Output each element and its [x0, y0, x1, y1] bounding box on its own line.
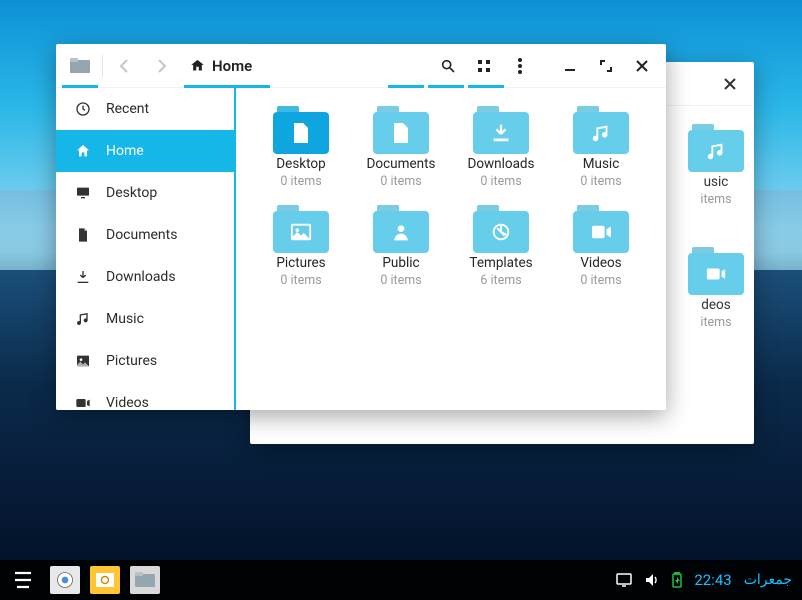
folder-count: 0 items [280, 174, 321, 189]
public-icon [373, 211, 429, 253]
sidebar-item-label: Desktop [106, 185, 157, 201]
sidebar-item-label: Pictures [106, 353, 157, 369]
folder-count: 0 items [380, 273, 421, 288]
music-icon [573, 112, 629, 154]
clock[interactable]: 22:43 [694, 571, 731, 589]
sidebar-item-label: Recent [106, 101, 149, 117]
folder-count: 6 items [480, 273, 521, 288]
home-icon [74, 142, 92, 160]
folder-item[interactable]: Music 0 items [556, 106, 646, 189]
system-tray: 22:43 جمعرات [616, 571, 792, 589]
folder-item[interactable]: Templates 6 items [456, 205, 546, 288]
view-toggle-button[interactable] [466, 44, 502, 88]
folder-name: Music [583, 156, 620, 172]
doc-icon [373, 112, 429, 154]
download-icon [74, 268, 92, 286]
folder-name: Templates [469, 255, 532, 271]
folder-name: Pictures [276, 255, 325, 271]
folder-name: deos [701, 297, 730, 313]
close-button[interactable] [624, 44, 660, 88]
desktop-icon [74, 184, 92, 202]
display-icon[interactable] [616, 573, 632, 587]
folder-item[interactable]: Downloads 0 items [456, 106, 546, 189]
battery-icon[interactable] [672, 572, 682, 588]
folder-count: items [700, 315, 731, 330]
search-button[interactable] [430, 44, 466, 88]
sidebar-item-desktop[interactable]: Desktop [56, 172, 234, 214]
folder-grid: Desktop 0 items Documents 0 items Downlo… [236, 88, 666, 410]
folder-name: Documents [367, 156, 436, 172]
doc-icon [273, 112, 329, 154]
taskbar-app-files[interactable] [130, 566, 160, 594]
sidebar-item-label: Documents [106, 227, 177, 243]
clock-icon [74, 100, 92, 118]
close-button[interactable] [712, 62, 748, 106]
document-icon [74, 226, 92, 244]
sidebar-item-pictures[interactable]: Pictures [56, 340, 234, 382]
location-label: Home [212, 57, 252, 75]
music-icon [688, 130, 744, 172]
home-icon [189, 58, 206, 73]
folder-count: items [700, 192, 731, 207]
start-button[interactable] [10, 567, 36, 593]
folder-name: Desktop [276, 156, 325, 172]
folder-name: usic [704, 174, 729, 190]
folder-name: Public [382, 255, 419, 271]
videos-icon [573, 211, 629, 253]
folder-count: 0 items [380, 174, 421, 189]
maximize-button[interactable] [588, 44, 624, 88]
folder-item[interactable]: Pictures 0 items [256, 205, 346, 288]
sidebar-item-recent[interactable]: Recent [56, 88, 234, 130]
folder-item[interactable]: Public 0 items [356, 205, 446, 288]
date[interactable]: جمعرات [744, 572, 792, 588]
sidebar-item-videos[interactable]: Videos [56, 382, 234, 410]
menu-button[interactable] [502, 44, 538, 88]
sidebar-item-label: Downloads [106, 269, 176, 285]
pictures-icon [273, 211, 329, 253]
breadcrumb-location[interactable]: Home [179, 44, 262, 88]
folder-count: 0 items [280, 273, 321, 288]
videos-icon [688, 253, 744, 295]
back-button[interactable] [107, 44, 143, 88]
folder-count: 0 items [580, 273, 621, 288]
folder-item[interactable]: Videos 0 items [556, 205, 646, 288]
files-app-icon[interactable] [62, 44, 98, 88]
folder-count: 0 items [580, 174, 621, 189]
templates-icon [473, 211, 529, 253]
titlebar: Home [56, 44, 666, 88]
volume-icon[interactable] [644, 573, 660, 587]
download-icon [473, 112, 529, 154]
sidebar-item-documents[interactable]: Documents [56, 214, 234, 256]
taskbar-app-mail[interactable] [90, 566, 120, 594]
folder-name: Videos [580, 255, 621, 271]
sidebar-item-downloads[interactable]: Downloads [56, 256, 234, 298]
file-manager-window[interactable]: Home Rece [56, 44, 666, 410]
taskbar-app-browser[interactable] [50, 566, 80, 594]
music-icon [74, 310, 92, 328]
sidebar-item-label: Home [106, 143, 144, 159]
sidebar-item-label: Videos [106, 395, 149, 410]
sidebar-item-music[interactable]: Music [56, 298, 234, 340]
forward-button[interactable] [143, 44, 179, 88]
sidebar-item-label: Music [106, 311, 144, 327]
minimize-button[interactable] [552, 44, 588, 88]
taskbar: 22:43 جمعرات [0, 560, 802, 600]
pictures-icon [74, 352, 92, 370]
folder-item[interactable]: usic items [688, 124, 744, 207]
folder-item[interactable]: Desktop 0 items [256, 106, 346, 189]
sidebar-item-home[interactable]: Home [56, 130, 234, 172]
folder-item[interactable]: deos items [688, 247, 744, 330]
videos-icon [74, 394, 92, 410]
folder-count: 0 items [480, 174, 521, 189]
sidebar: Recent Home Desktop Documents [56, 88, 236, 410]
folder-name: Downloads [467, 156, 534, 172]
folder-item[interactable]: Documents 0 items [356, 106, 446, 189]
